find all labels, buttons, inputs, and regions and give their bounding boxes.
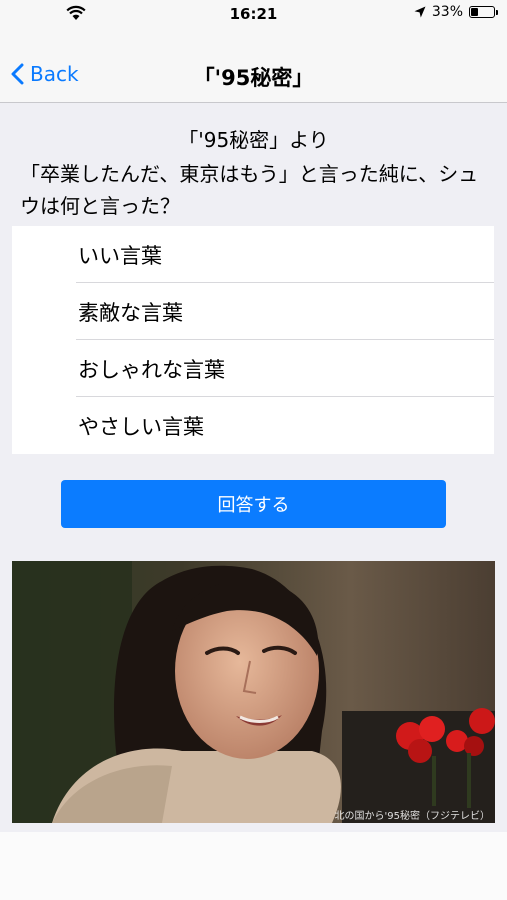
answer-label: 素敵な言葉 <box>78 300 183 325</box>
location-arrow-icon <box>414 6 426 18</box>
scene-photo-drawing: 北の国から'95秘密（フジテレビ） <box>12 561 495 823</box>
answer-label: やさしい言葉 <box>78 414 204 439</box>
submit-label: 回答する <box>217 495 290 516</box>
scene-photo: 北の国から'95秘密（フジテレビ） <box>12 561 495 823</box>
bottom-area <box>0 832 507 900</box>
question-source: 「'95秘密」より <box>178 128 329 152</box>
photo-caption: 北の国から'95秘密（フジテレビ） <box>335 809 490 822</box>
answer-label: おしゃれな言葉 <box>78 357 225 382</box>
navigation-bar: Back 「'95秘密」 <box>0 28 507 103</box>
answer-option[interactable]: 素敵な言葉 <box>12 283 494 340</box>
battery-level <box>471 8 478 16</box>
answer-option[interactable]: おしゃれな言葉 <box>12 340 494 397</box>
status-right: 33% <box>414 4 498 20</box>
submit-answer-button[interactable]: 回答する <box>61 480 446 528</box>
battery-percent: 33% <box>431 4 463 20</box>
answer-list: いい言葉 素敵な言葉 おしゃれな言葉 やさしい言葉 <box>12 226 494 454</box>
answer-option[interactable]: いい言葉 <box>12 226 494 283</box>
battery-icon <box>469 6 498 18</box>
status-bar: 16:21 33% <box>0 0 507 28</box>
page-title: 「'95秘密」 <box>193 66 314 90</box>
answer-option[interactable]: やさしい言葉 <box>12 397 494 454</box>
answer-label: いい言葉 <box>78 243 162 268</box>
question-text: 「卒業したんだ、東京はもう」と言った純に、シュウは何と言った？ <box>20 162 479 218</box>
